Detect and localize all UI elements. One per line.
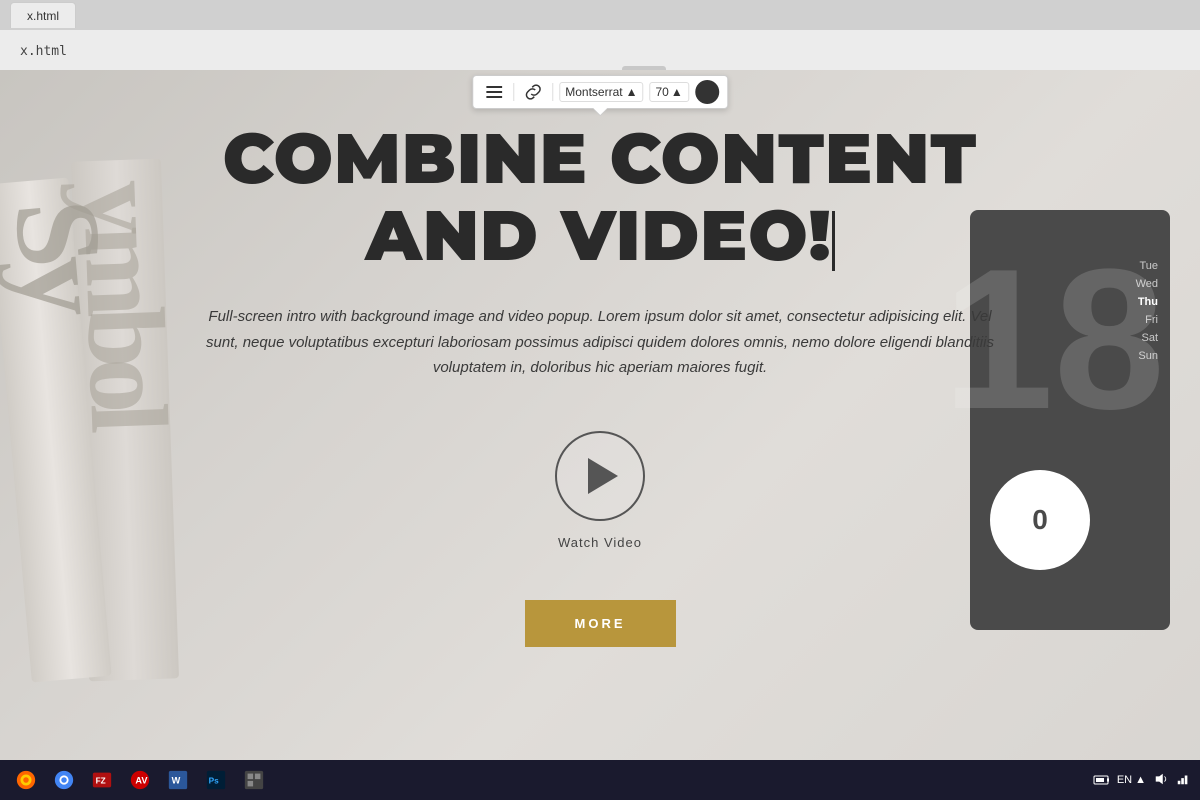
font-selector[interactable]: Montserrat ▲ [559,82,643,102]
browser-chrome: x.html x.html [0,0,1200,70]
size-expand-icon: ▲ [671,85,683,99]
svg-text:FZ: FZ [96,777,106,786]
hero-title-line1: COMBINE CONTENT [223,120,977,197]
language-selector[interactable]: EN ▲ [1117,774,1146,786]
font-name: Montserrat [565,85,622,99]
volume-icon[interactable] [1154,772,1168,789]
hero-heading: COMBINE CONTENT and VIDEO! [223,120,977,274]
hero-title-line2-text: and VIDEO! [365,192,831,278]
text-cursor [832,211,835,271]
link-button[interactable] [520,81,546,103]
taskbar-icon-photoshop[interactable]: Ps [200,764,232,796]
taskbar-icon-firefox[interactable] [10,764,42,796]
svg-text:W: W [172,776,181,786]
font-size-value: 70 [656,85,669,99]
lang-expand-icon: ▲ [1135,774,1146,786]
tab-title: x.html [27,9,59,23]
divider [513,83,514,101]
address-text: x.html [20,44,67,59]
svg-text:AV: AV [135,776,148,786]
hero-section: ymbol Sy 18 0 TueWedThuFriSatSun COMBINE… [0,70,1200,800]
font-expand-icon: ▲ [626,85,638,99]
font-size-selector[interactable]: 70 ▲ [650,82,689,102]
svg-text:Ps: Ps [209,777,220,786]
hero-content-area: COMBINE CONTENT and VIDEO! Full-screen i… [0,120,1200,647]
align-button[interactable] [481,81,507,103]
divider2 [552,83,553,101]
address-bar: x.html [0,32,1200,70]
taskbar-icon-word[interactable]: W [162,764,194,796]
more-button[interactable]: MORE [525,600,676,647]
color-picker-button[interactable] [695,80,719,104]
play-icon [588,458,618,494]
active-tab[interactable]: x.html [10,2,76,28]
taskbar-icon-filezilla[interactable]: FZ [86,764,118,796]
text-toolbar: Montserrat ▲ 70 ▲ [472,75,728,109]
play-button[interactable] [555,431,645,521]
taskbar-icon-app6[interactable] [238,764,270,796]
language-label: EN [1117,774,1132,786]
hero-subtitle: Full-screen intro with background image … [200,304,1000,381]
system-tray: EN ▲ [1093,772,1190,789]
network-icon[interactable] [1176,772,1190,789]
video-play-area: Watch Video [555,431,645,550]
taskbar-icon-browser[interactable] [48,764,80,796]
taskbar-icon-antivirus[interactable]: AV [124,764,156,796]
watch-video-label: Watch Video [558,535,642,550]
tab-bar: x.html [0,0,1200,30]
hero-title-line2: and VIDEO! [223,197,977,274]
taskbar: FZ AV W Ps [0,760,1200,800]
